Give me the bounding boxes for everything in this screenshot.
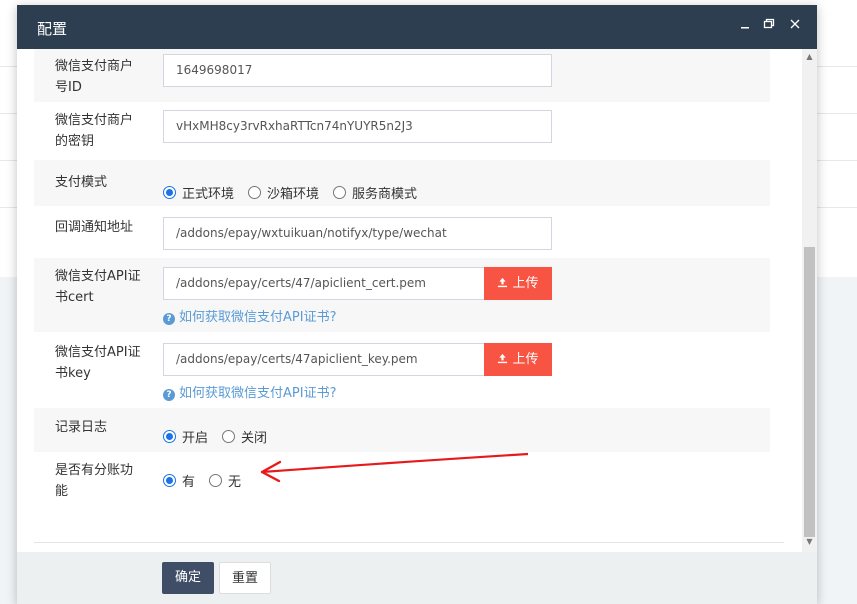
merchant-key-label: 微信支付商户 的密钥 [55,110,153,152]
radio-label: 服务商模式 [352,187,418,202]
upload-icon [498,277,508,288]
key-label: 微信支付API证 书key [55,342,153,384]
scrollbar-thumb[interactable] [804,247,815,537]
radio-unchecked[interactable] [209,474,223,487]
modal-header: 配置 [17,5,817,49]
split-radio-group: 有 无 [163,471,255,490]
merchant-key-row: 微信支付商户 的密钥 vHxMH8cy3rvRxhaRTTcn74nYUYR5n… [34,103,770,158]
confirm-button[interactable]: 确定 [162,562,214,594]
help-text: 如何获取微信支付API证书? [179,310,337,325]
label-line: 书key [55,366,91,381]
upload-label: 上传 [512,276,539,291]
key-help-link[interactable]: ? 如何获取微信支付API证书? [163,382,336,401]
cert-label: 微信支付API证 书cert [55,266,153,308]
cert-upload-button[interactable]: 上传 [484,267,552,300]
radio-checked[interactable] [163,474,176,487]
cert-help-link[interactable]: ? 如何获取微信支付API证书? [163,306,336,325]
log-label: 记录日志 [55,420,108,435]
reset-button[interactable]: 重置 [219,562,271,594]
radio-label: 开启 [182,431,209,446]
log-option-on[interactable]: 开启 [163,427,208,446]
question-icon: ? [163,389,175,401]
cert-row: 微信支付API证 书cert /addons/epay/certs/47/api… [34,258,770,332]
label-line: 能 [55,484,69,499]
scroll-up-icon[interactable]: ▲ [802,52,817,64]
upload-label: 上传 [512,352,539,367]
maximize-icon[interactable] [760,17,778,35]
log-row: 记录日志 开启 关闭 [34,408,770,452]
modal-title: 配置 [37,20,68,38]
key-row: 微信支付API证 书key /addons/epay/certs/47apicl… [34,334,770,406]
config-modal: 配置 微信支付商户 号ID 1649698017 微信支付商户 的密钥 vHxM… [17,5,817,604]
radio-label: 有 [182,475,196,490]
radio-unchecked[interactable] [248,186,262,199]
merchant-id-label: 微信支付商户 号ID [55,56,153,98]
notify-url-input[interactable]: /addons/epay/wxtuikuan/notifyx/type/wech… [163,217,552,250]
pay-mode-option-provider[interactable]: 服务商模式 [333,183,417,202]
pay-mode-row: 支付模式 正式环境 沙箱环境 服务商模式 [34,160,770,206]
label-line: 微信支付API证 [55,269,141,284]
split-option-yes[interactable]: 有 [163,471,195,490]
radio-checked[interactable] [163,186,176,199]
label-line: 号ID [55,80,82,95]
close-icon[interactable] [786,17,804,35]
key-path-input[interactable]: /addons/epay/certs/47apiclient_key.pem [163,343,485,376]
radio-label: 无 [228,475,242,490]
label-line: 是否有分账功 [55,463,134,478]
radio-label: 正式环境 [182,187,235,202]
cert-path-input[interactable]: /addons/epay/certs/47/apiclient_cert.pem [163,267,485,300]
modal-body: 微信支付商户 号ID 1649698017 微信支付商户 的密钥 vHxMH8c… [17,49,817,552]
radio-label: 关闭 [241,431,268,446]
label-line: 的密钥 [55,134,95,149]
label-line: 微信支付商户 [55,59,134,74]
pay-mode-label: 支付模式 [55,175,108,190]
notify-url-label: 回调通知地址 [55,220,134,235]
split-row: 是否有分账功 能 有 无 [34,454,770,506]
split-label: 是否有分账功 能 [55,460,153,502]
merchant-id-row: 微信支付商户 号ID 1649698017 [34,49,770,102]
label-line: 微信支付商户 [55,113,134,128]
upload-icon [498,353,508,364]
label-line: 微信支付API证 [55,345,141,360]
split-option-no[interactable]: 无 [209,471,241,490]
modal-footer: 确定 重置 [17,552,817,604]
merchant-key-input[interactable]: vHxMH8cy3rvRxhaRTTcn74nYUYR5n2J3 [163,110,552,143]
label-line: 书cert [55,290,94,305]
help-text: 如何获取微信支付API证书? [179,386,337,401]
pay-mode-option-sandbox[interactable]: 沙箱环境 [248,183,319,202]
scrollbar[interactable]: ▲ ▼ [802,49,817,552]
log-option-off[interactable]: 关闭 [222,427,267,446]
radio-checked[interactable] [163,430,176,443]
log-radio-group: 开启 关闭 [163,427,281,446]
minimize-icon[interactable] [736,17,754,35]
pay-mode-radio-group: 正式环境 沙箱环境 服务商模式 [163,183,431,202]
scroll-down-icon[interactable]: ▼ [802,537,817,549]
key-upload-button[interactable]: 上传 [484,343,552,376]
radio-unchecked[interactable] [333,186,347,199]
merchant-id-input[interactable]: 1649698017 [163,54,552,87]
pay-mode-option-production[interactable]: 正式环境 [163,183,234,202]
divider [34,542,784,543]
radio-unchecked[interactable] [222,430,236,443]
radio-label: 沙箱环境 [267,187,320,202]
question-icon: ? [163,313,175,325]
notify-url-row: 回调通知地址 /addons/epay/wxtuikuan/notifyx/ty… [34,208,770,256]
